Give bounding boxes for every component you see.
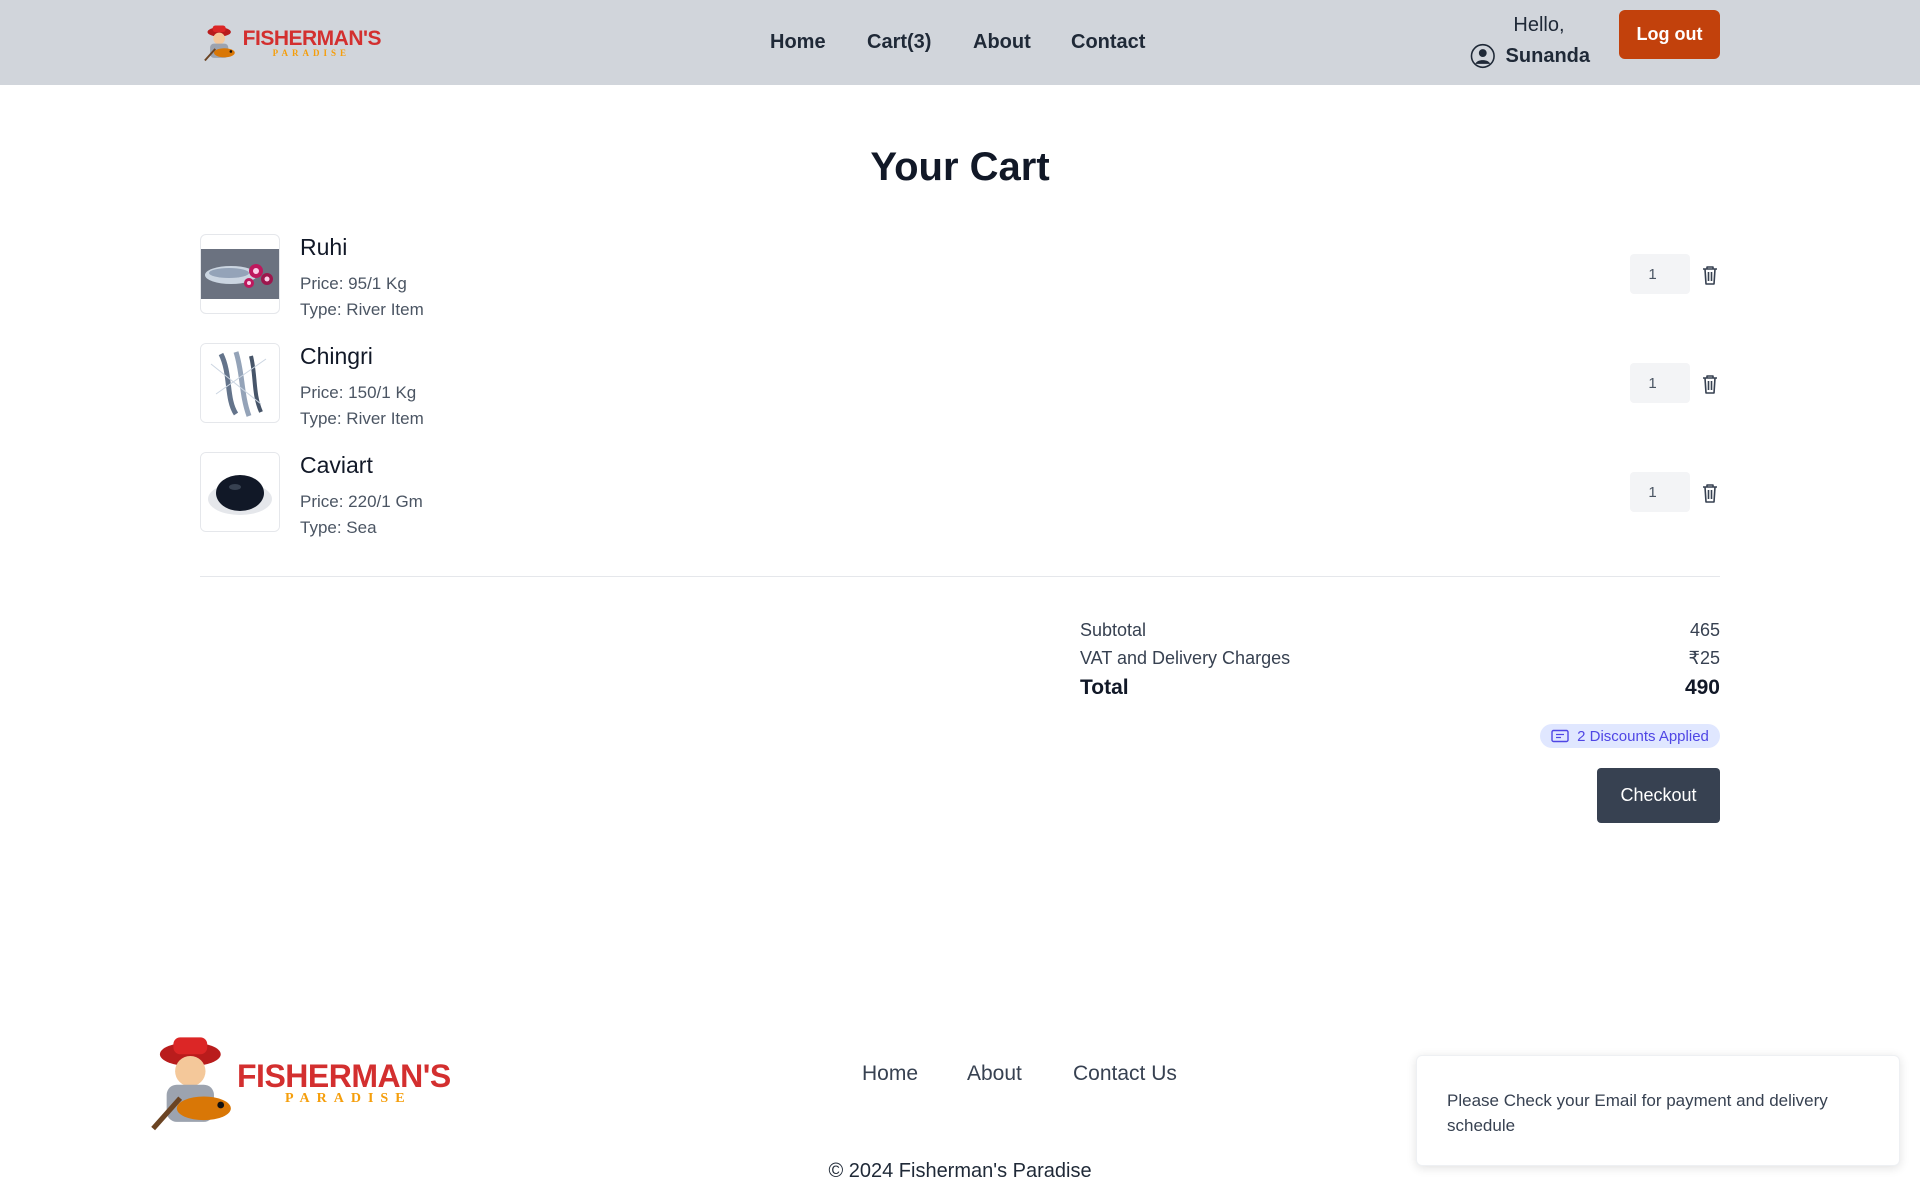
item-name: Chingri [300,343,373,369]
item-name: Caviart [300,452,373,478]
item-type: Type: River Item [300,409,424,428]
discount-badge: 2 Discounts Applied [1540,724,1720,748]
item-name: Ruhi [300,234,348,260]
prawn-image [200,343,280,423]
cart-item: Chingri Price: 150/1 Kg Type: River Item [200,343,1720,428]
footer-link-about[interactable]: About [967,1062,1022,1086]
checkout-button[interactable]: Checkout [1597,768,1720,823]
total-row: Total 490 [1080,674,1720,706]
ticket-icon [1551,729,1569,743]
fish-image [200,234,280,314]
item-price: Price: 150/1 Kg [300,383,417,402]
trash-icon[interactable] [1700,482,1720,504]
user-greeting: Hello, Sunanda [1470,14,1590,69]
discount-text: 2 Discounts Applied [1577,727,1709,745]
username: Sunanda [1505,44,1590,67]
logout-button[interactable]: Log out [1619,10,1720,59]
total-value: 490 [1684,676,1720,699]
user-avatar-icon [1470,43,1495,69]
vat-label: VAT and Delivery Charges [1080,648,1291,668]
nav-cart[interactable]: Cart(3) [867,31,931,54]
divider [200,576,1720,577]
footer-link-home[interactable]: Home [862,1062,918,1086]
trash-icon[interactable] [1700,373,1720,395]
top-navbar: FISHERMAN'S PARADISE Home Cart(3) About … [0,0,1920,85]
cart-item: Ruhi Price: 95/1 Kg Type: River Item [200,234,1720,319]
total-label: Total [1080,676,1129,699]
caviar-image [200,452,280,532]
item-type: Type: Sea [300,518,377,537]
quantity-input[interactable] [1630,472,1690,512]
subtotal-row: Subtotal 465 [1080,618,1720,646]
page-title: Your Cart [870,145,1050,189]
item-price: Price: 220/1 Gm [300,492,423,511]
quantity-input[interactable] [1630,363,1690,403]
order-summary: Subtotal 465 VAT and Delivery Charges ₹2… [1080,618,1720,706]
toast-message: Please Check your Email for payment and … [1447,1091,1828,1135]
quantity-input[interactable] [1630,254,1690,294]
trash-icon[interactable] [1700,264,1720,286]
footer-link-contact[interactable]: Contact Us [1073,1062,1177,1086]
item-price: Price: 95/1 Kg [300,274,407,293]
subtotal-label: Subtotal [1080,620,1147,640]
footer-logo-title: FISHERMAN'S [237,1058,451,1094]
fisherman-logo-icon [151,1037,231,1131]
greeting-text: Hello, [1513,14,1565,36]
footer-logo[interactable]: FISHERMAN'S PARADISE [143,1028,463,1138]
nav-about[interactable]: About [973,31,1031,54]
footer-logo-subtitle: PARADISE [285,1091,412,1106]
toast-notification[interactable]: Please Check your Email for payment and … [1416,1055,1900,1166]
subtotal-value: 465 [1689,620,1720,640]
nav-home[interactable]: Home [770,31,826,54]
cart-item: Caviart Price: 220/1 Gm Type: Sea [200,452,1720,537]
vat-row: VAT and Delivery Charges ₹25 [1080,646,1720,674]
vat-value: ₹25 [1688,648,1720,668]
item-type: Type: River Item [300,300,424,319]
nav-contact[interactable]: Contact [1071,31,1145,54]
